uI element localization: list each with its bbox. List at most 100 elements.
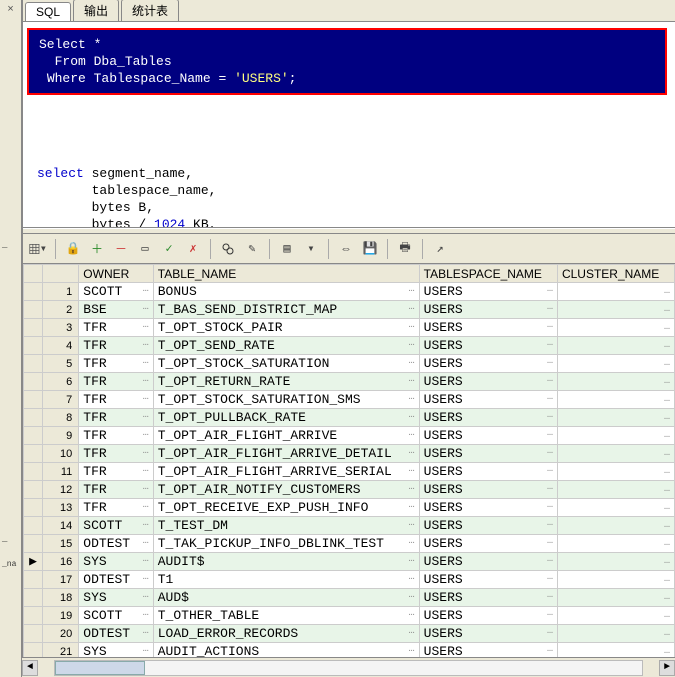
cell-editor-icon[interactable]: … (139, 644, 149, 655)
table-row[interactable]: 4TFR…T_OPT_SEND_RATE…USERS…… (24, 337, 675, 355)
cell-editor-icon[interactable]: … (660, 556, 670, 567)
sql-unselected[interactable]: select segment_name, tablespace_name, by… (27, 165, 671, 228)
cell-owner[interactable]: TFR… (79, 427, 153, 445)
list-icon[interactable]: ▾ (302, 240, 320, 258)
cell-editor-icon[interactable]: … (660, 502, 670, 513)
cell-editor-icon[interactable]: … (543, 536, 553, 547)
cell-tablespace[interactable]: USERS… (419, 553, 557, 571)
row-number[interactable]: 1 (43, 283, 79, 301)
cell-owner[interactable]: SCOTT… (79, 607, 153, 625)
cell-table-name[interactable]: T_OPT_PULLBACK_RATE… (153, 409, 419, 427)
cell-cluster[interactable]: … (557, 643, 674, 658)
cell-tablespace[interactable]: USERS… (419, 625, 557, 643)
cell-editor-icon[interactable]: … (543, 626, 553, 637)
cell-table-name[interactable]: T_OPT_AIR_FLIGHT_ARRIVE_SERIAL… (153, 463, 419, 481)
row-indicator[interactable] (24, 355, 43, 373)
row-indicator[interactable] (24, 391, 43, 409)
cell-cluster[interactable]: … (557, 319, 674, 337)
cell-table-name[interactable]: T_TAK_PICKUP_INFO_DBLINK_TEST… (153, 535, 419, 553)
cell-tablespace[interactable]: USERS… (419, 319, 557, 337)
cell-cluster[interactable]: … (557, 445, 674, 463)
row-indicator[interactable] (24, 535, 43, 553)
cell-editor-icon[interactable]: … (660, 322, 670, 333)
cell-tablespace[interactable]: USERS… (419, 355, 557, 373)
cell-editor-icon[interactable]: … (543, 608, 553, 619)
cell-editor-icon[interactable]: … (405, 356, 415, 367)
cell-editor-icon[interactable]: … (660, 466, 670, 477)
single-record-icon[interactable]: ▤ (278, 240, 296, 258)
cell-editor-icon[interactable]: … (405, 554, 415, 565)
lock-icon[interactable]: 🔒 (64, 240, 82, 258)
cell-editor-icon[interactable]: … (139, 374, 149, 385)
cell-editor-icon[interactable]: … (405, 482, 415, 493)
scroll-track[interactable] (54, 660, 643, 676)
cell-table-name[interactable]: T_OPT_STOCK_SATURATION… (153, 355, 419, 373)
cell-cluster[interactable]: … (557, 517, 674, 535)
cell-cluster[interactable]: … (557, 427, 674, 445)
cell-owner[interactable]: TFR… (79, 481, 153, 499)
cell-editor-icon[interactable]: … (139, 284, 149, 295)
cell-editor-icon[interactable]: … (405, 464, 415, 475)
cell-table-name[interactable]: T_OTHER_TABLE… (153, 607, 419, 625)
cell-tablespace[interactable]: USERS… (419, 607, 557, 625)
row-number[interactable]: 12 (43, 481, 79, 499)
row-indicator[interactable] (24, 607, 43, 625)
cell-editor-icon[interactable]: … (405, 626, 415, 637)
cell-editor-icon[interactable]: … (660, 610, 670, 621)
row-indicator[interactable] (24, 283, 43, 301)
cell-cluster[interactable]: … (557, 337, 674, 355)
cell-tablespace[interactable]: USERS… (419, 391, 557, 409)
row-number[interactable]: 15 (43, 535, 79, 553)
row-number[interactable]: 19 (43, 607, 79, 625)
cell-editor-icon[interactable]: … (660, 538, 670, 549)
cell-editor-icon[interactable]: … (139, 338, 149, 349)
scroll-right-icon[interactable]: ► (659, 660, 675, 676)
cell-owner[interactable]: TFR… (79, 499, 153, 517)
row-number[interactable]: 13 (43, 499, 79, 517)
results-grid[interactable]: OWNER TABLE_NAME TABLESPACE_NAME CLUSTER… (23, 264, 675, 657)
tab-stats[interactable]: 统计表 (121, 0, 179, 21)
row-number[interactable]: 20 (43, 625, 79, 643)
cell-tablespace[interactable]: USERS… (419, 337, 557, 355)
scroll-left-icon[interactable]: ◄ (22, 660, 38, 676)
cell-tablespace[interactable]: USERS… (419, 589, 557, 607)
cell-table-name[interactable]: T_BAS_SEND_DISTRICT_MAP… (153, 301, 419, 319)
table-row[interactable]: 21SYS…AUDIT_ACTIONS…USERS…… (24, 643, 675, 658)
table-row[interactable]: 11TFR…T_OPT_AIR_FLIGHT_ARRIVE_SERIAL…USE… (24, 463, 675, 481)
table-row[interactable]: 17ODTEST…T1…USERS…… (24, 571, 675, 589)
row-indicator[interactable] (24, 589, 43, 607)
cell-editor-icon[interactable]: … (405, 536, 415, 547)
cell-cluster[interactable]: … (557, 625, 674, 643)
row-number[interactable]: 11 (43, 463, 79, 481)
cell-table-name[interactable]: AUDIT$… (153, 553, 419, 571)
row-indicator[interactable] (24, 517, 43, 535)
cell-table-name[interactable]: T1… (153, 571, 419, 589)
cell-editor-icon[interactable]: … (660, 646, 670, 657)
cell-editor-icon[interactable]: … (139, 392, 149, 403)
scroll-thumb[interactable] (55, 661, 145, 675)
cell-editor-icon[interactable]: … (660, 628, 670, 639)
row-number[interactable]: 17 (43, 571, 79, 589)
cell-editor-icon[interactable]: … (660, 304, 670, 315)
cell-editor-icon[interactable]: … (660, 520, 670, 531)
cell-owner[interactable]: SYS… (79, 553, 153, 571)
table-row[interactable]: 12TFR…T_OPT_AIR_NOTIFY_CUSTOMERS…USERS…… (24, 481, 675, 499)
cell-cluster[interactable]: … (557, 463, 674, 481)
cell-table-name[interactable]: T_OPT_SEND_RATE… (153, 337, 419, 355)
table-row[interactable]: 20ODTEST…LOAD_ERROR_RECORDS…USERS…… (24, 625, 675, 643)
table-row[interactable]: 9TFR…T_OPT_AIR_FLIGHT_ARRIVE…USERS…… (24, 427, 675, 445)
row-number[interactable]: 16 (43, 553, 79, 571)
tab-output[interactable]: 输出 (73, 0, 119, 21)
table-row[interactable]: 18SYS…AUD$…USERS…… (24, 589, 675, 607)
cell-table-name[interactable]: AUDIT_ACTIONS… (153, 643, 419, 658)
cell-table-name[interactable]: T_OPT_AIR_FLIGHT_ARRIVE… (153, 427, 419, 445)
row-number[interactable]: 10 (43, 445, 79, 463)
cell-editor-icon[interactable]: … (543, 284, 553, 295)
cell-owner[interactable]: TFR… (79, 391, 153, 409)
duplicate-icon[interactable]: ▭ (136, 240, 154, 258)
row-number[interactable]: 8 (43, 409, 79, 427)
table-row[interactable]: 1SCOTT…BONUS…USERS…… (24, 283, 675, 301)
table-row[interactable]: 8TFR…T_OPT_PULLBACK_RATE…USERS…… (24, 409, 675, 427)
cell-editor-icon[interactable]: … (660, 592, 670, 603)
linked-query-icon[interactable]: ⇔ (337, 240, 355, 258)
